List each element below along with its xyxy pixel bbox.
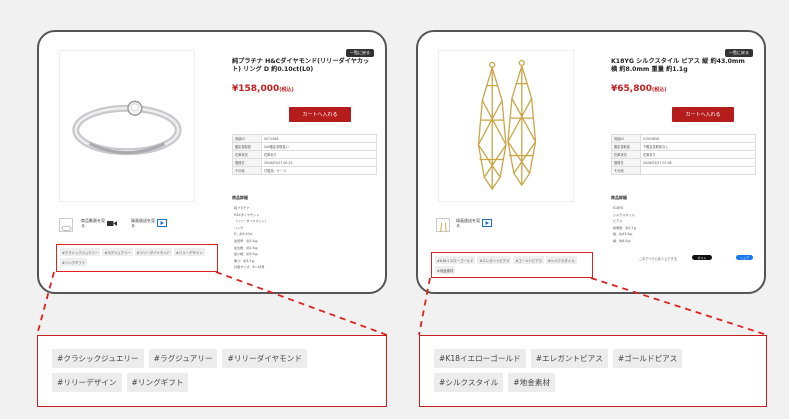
monitor-play-icon: [157, 218, 167, 227]
tag-item[interactable]: #リリーデザイン: [174, 248, 205, 256]
tag-item[interactable]: #シルクスタイル: [546, 256, 577, 264]
live-recording-button[interactable]: 録画放送を見る: [131, 218, 167, 228]
thumbnail-earrings[interactable]: [436, 218, 450, 233]
zoomed-tags-ring: #クラシックジュエリー #ラグジュアリー #リリーダイヤモンド #リリーデザイン…: [37, 335, 387, 407]
zoomed-tag-item[interactable]: #クラシックジュエリー: [52, 349, 144, 368]
share-facebook-button[interactable]: シェア: [736, 255, 753, 260]
product-description: 純プラチナ H&Cダイヤモンド （リリーダイヤカット） リング D：約0.10c…: [234, 206, 268, 270]
spec-row: 在庫状況 在庫あり: [232, 150, 377, 159]
tag-item[interactable]: #クラシックジュエリー: [60, 248, 101, 256]
zoomed-tag-item[interactable]: #エレガントピアス: [530, 349, 608, 368]
zoomed-tag-list: #クラシックジュエリー #ラグジュアリー #リリーダイヤモンド #リリーデザイン…: [38, 336, 386, 405]
product-title: 純プラチナ H&Cダイヤモンド(リリーダイヤカット) リング D 約0.10ct…: [232, 58, 370, 74]
zoomed-tag-item[interactable]: #K18イエローゴールド: [434, 349, 526, 368]
share-label: このアイテムをシェアする: [639, 257, 677, 261]
earrings-thumb-image: [440, 222, 447, 233]
tag-highlight-box: #K18イエローゴールド #エレガントピアス #ゴールドピアス #シルクスタイル…: [431, 252, 593, 278]
share-x-button[interactable]: ポスト: [692, 255, 712, 260]
spec-row: 登録日 2026/03/27 00:15: [232, 158, 377, 167]
zoomed-tag-list: #K18イエローゴールド #エレガントピアス #ゴールドピアス #シルクスタイル…: [420, 336, 766, 405]
spec-row: 商品ID 01003856: [611, 134, 756, 143]
tag-list: #K18イエローゴールド #エレガントピアス #ゴールドピアス #シルクスタイル…: [432, 253, 592, 277]
product-image-ring[interactable]: [59, 50, 195, 202]
tag-item[interactable]: #エレガントピアス: [477, 256, 512, 264]
spec-table: 商品ID 01003856 鑑定書取扱 下鑑定書取扱なし 在庫状況 在庫あり 登録日 2…: [611, 134, 756, 175]
section-title-details: 商品詳細: [611, 195, 627, 200]
spec-row: 在庫状況 在庫あり: [611, 150, 756, 159]
product-title: K18YG シルクスタイル ピアス 縦 約43.0mm 横 約8.0mm 重量 …: [611, 58, 745, 74]
product-price: ¥158,000(税込): [232, 84, 294, 94]
tag-item[interactable]: #リリーダイヤモンド: [134, 248, 172, 256]
tag-list: #クラシックジュエリー #ラグジュアリー #リリーダイヤモンド #リリーデザイン…: [57, 245, 217, 269]
product-card-ring: 一覧に戻る 純プラチナ H&Cダイヤモンド(リリーダイヤカット) リング D 約…: [37, 30, 387, 294]
tag-item[interactable]: #リングギフト: [60, 258, 88, 266]
zoomed-tag-item[interactable]: #ゴールドピアス: [612, 349, 683, 368]
product-price: ¥65,800(税込): [611, 84, 667, 94]
monitor-play-icon: [482, 218, 492, 227]
tag-item[interactable]: #ラグジュアリー: [102, 248, 133, 256]
thumbnail-ring[interactable]: [59, 218, 73, 232]
zoomed-tag-item[interactable]: #リリーダイヤモンド: [222, 349, 307, 368]
spec-row: 鑑定書取扱 GIA鑑定書取扱い: [232, 142, 377, 151]
product-image-earrings[interactable]: [438, 50, 574, 202]
add-to-cart-button[interactable]: カートへ入れる: [289, 107, 351, 122]
zoomed-tag-item[interactable]: #リングギフト: [126, 373, 189, 392]
zoomed-tag-item[interactable]: #地金素材: [508, 373, 556, 392]
back-to-list-link[interactable]: 一覧に戻る: [725, 49, 753, 57]
ring-thumb-image: [61, 225, 72, 232]
spec-row: 登録日 2026/03/27 01:38: [611, 158, 756, 167]
live-recording-button[interactable]: 録画放送を見る: [456, 218, 492, 228]
product-video-button[interactable]: 商品動画を見る: [81, 218, 117, 228]
zoomed-tag-item[interactable]: #ラグジュアリー: [148, 349, 218, 368]
tag-item[interactable]: #K18イエローゴールド: [435, 256, 476, 264]
zoomed-tag-item[interactable]: #シルクスタイル: [434, 373, 504, 392]
ring-image: [72, 100, 182, 156]
spec-row: 商品ID 00713A6: [232, 134, 377, 143]
product-description: K18YG シルクスタイル ピアス 総重量：約1.1ｇ 縦：約43.0㎜ 横：約…: [613, 206, 637, 243]
zoomed-tags-earrings: #K18イエローゴールド #エレガントピアス #ゴールドピアス #シルクスタイル…: [419, 335, 767, 407]
tag-highlight-box: #クラシックジュエリー #ラグジュアリー #リリーダイヤモンド #リリーデザイン…: [56, 244, 218, 272]
spec-row: その他: [611, 166, 756, 175]
tag-item[interactable]: #ゴールドピアス: [513, 256, 545, 264]
spec-row: 鑑定書取扱 下鑑定書取扱なし: [611, 142, 756, 151]
spec-row: その他 付属品：ケース: [232, 166, 377, 175]
back-to-list-link[interactable]: 一覧に戻る: [346, 49, 374, 57]
earrings-image: [477, 59, 537, 191]
product-card-earrings: 一覧に戻る K18YG シルクスタイル ピアス 縦 約43.0mm 横 約8.0…: [416, 30, 766, 294]
zoomed-tag-item[interactable]: #リリーデザイン: [52, 373, 122, 392]
section-title-details: 商品詳細: [232, 195, 248, 200]
spec-table: 商品ID 00713A6 鑑定書取扱 GIA鑑定書取扱い 在庫状況 在庫あり 登録日 2…: [232, 134, 377, 175]
video-camera-icon: [107, 220, 117, 226]
add-to-cart-button[interactable]: カートへ入れる: [672, 107, 734, 122]
tag-item[interactable]: #地金素材: [435, 266, 456, 274]
